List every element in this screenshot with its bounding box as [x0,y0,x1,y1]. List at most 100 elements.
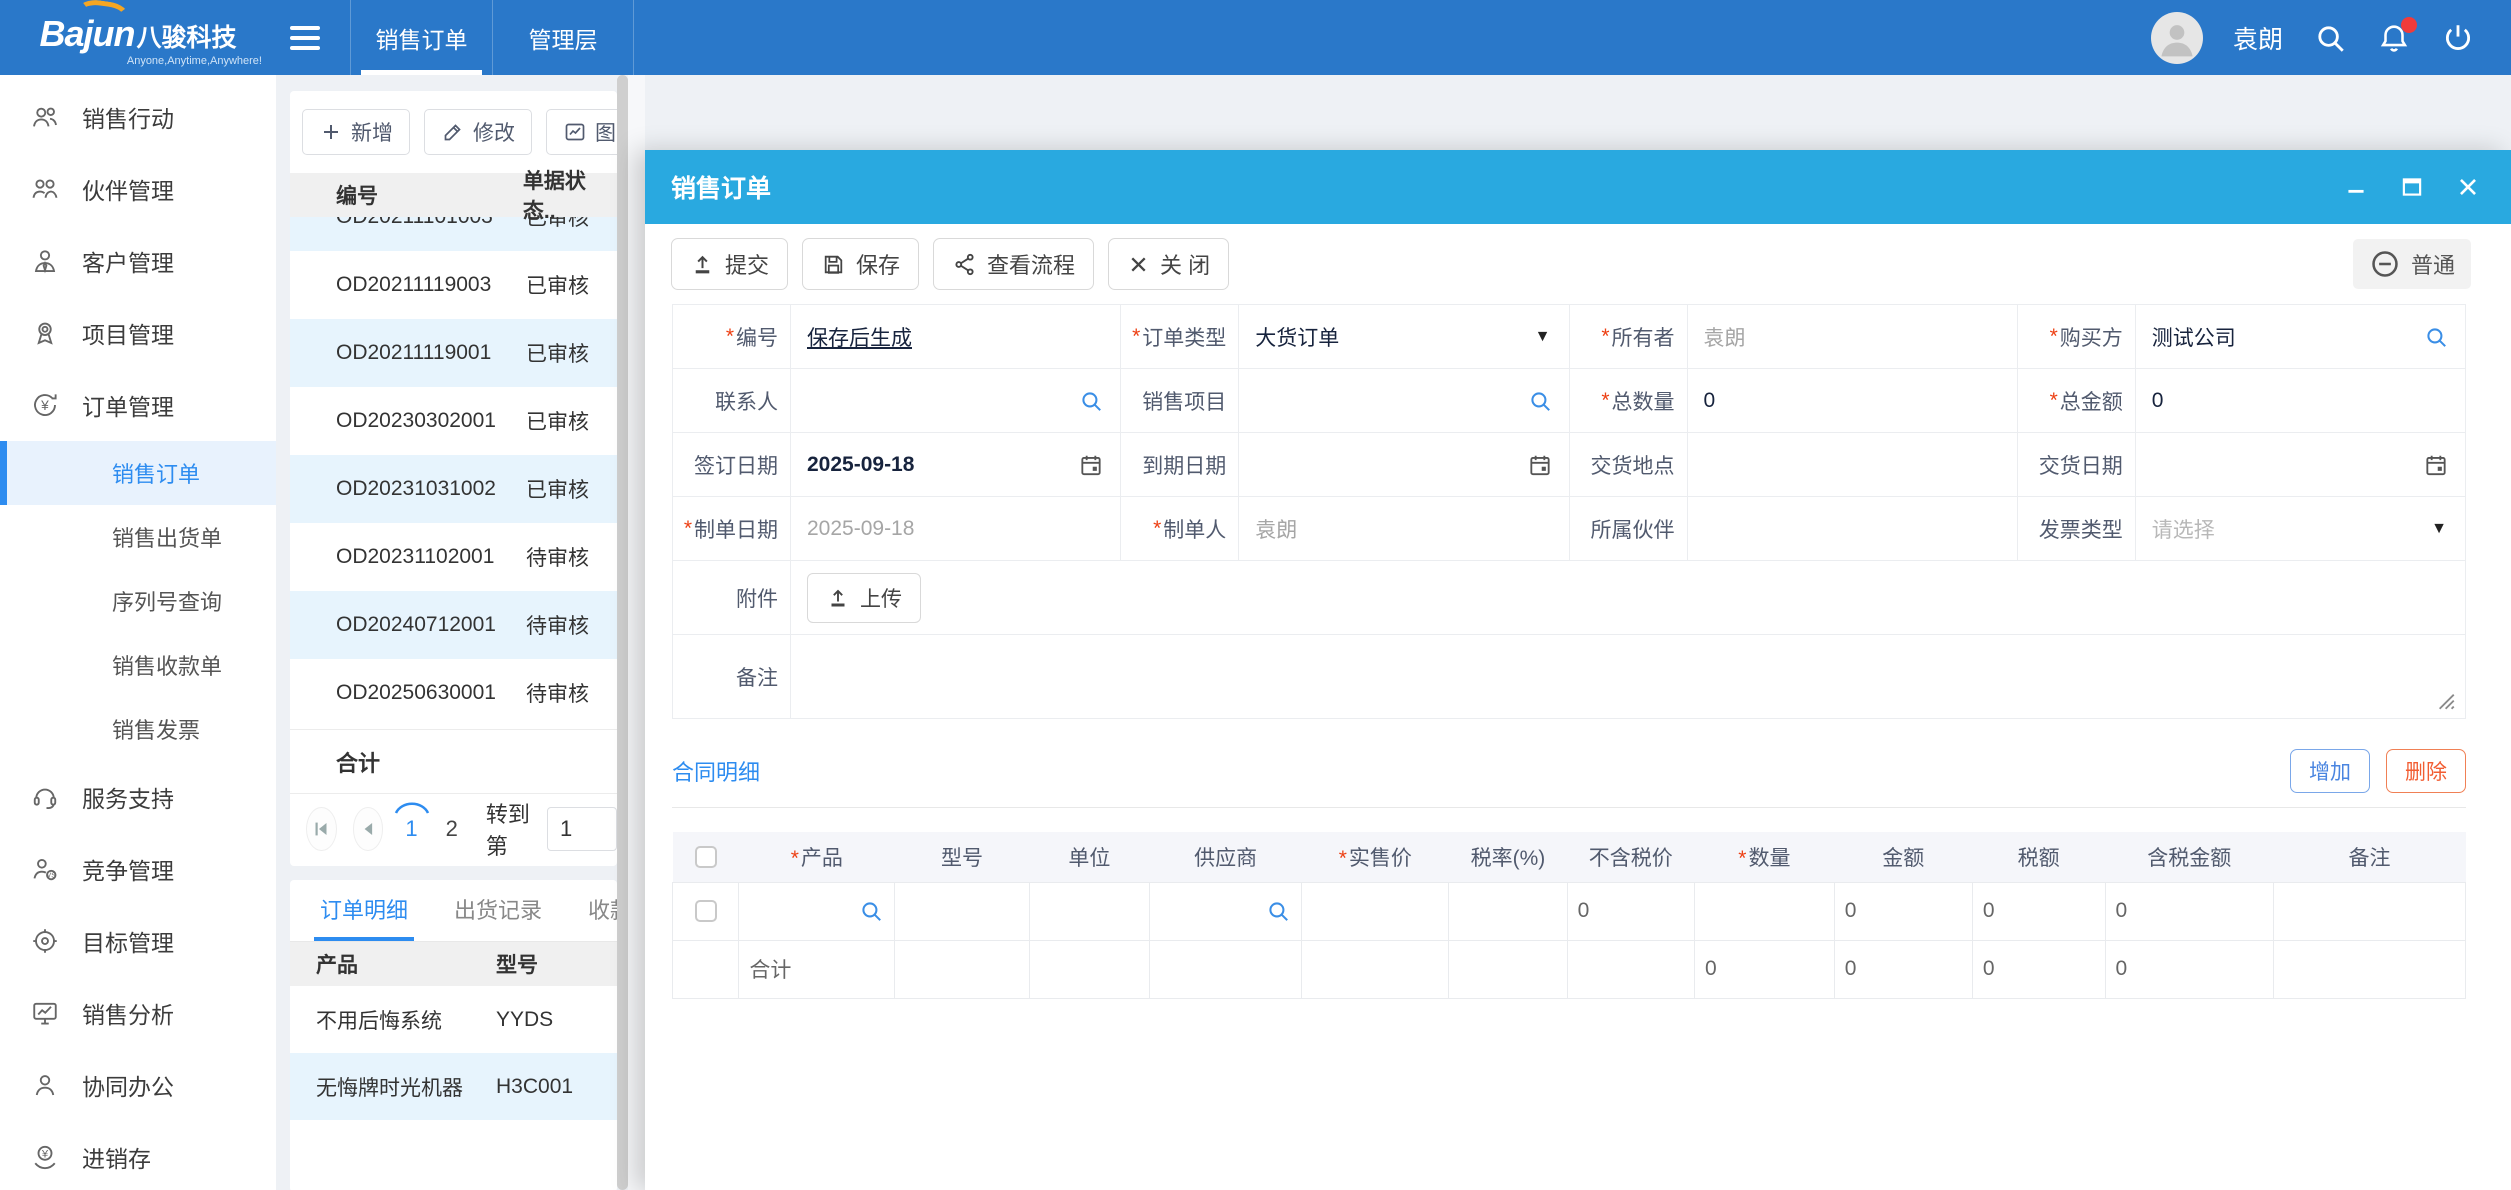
sidebar-subitem-sales-order[interactable]: 销售订单 [0,441,276,505]
save-button[interactable]: 保存 [802,238,919,290]
search-icon[interactable] [2423,324,2449,350]
total-amount-field[interactable]: 0 [2136,369,2466,433]
amount-cell[interactable]: 0 [1834,882,1972,940]
sidebar-item-collaboration[interactable]: 协同办公 [0,1049,276,1121]
detail-delete-button[interactable]: 删除 [2386,749,2466,793]
sidebar-item-order-management[interactable]: ¥ 订单管理 [0,369,276,441]
menu-toggle-icon[interactable] [290,26,324,50]
table-row[interactable]: OD20211101003已审核 [290,217,617,251]
panel-gap [628,75,645,1190]
sidebar-item-sales-analysis[interactable]: 销售分析 [0,977,276,1049]
table-row[interactable]: OD20231102001待审核 [290,523,617,591]
project-field[interactable] [1239,369,1569,433]
detail-row: 0 0 0 0 [673,882,2466,940]
table-row[interactable]: 无悔牌时光机器 H3C001 [290,1053,617,1120]
resize-grip-icon[interactable] [2431,686,2457,712]
table-row[interactable]: OD20230302001已审核 [290,387,617,455]
partner-field[interactable] [1688,497,2018,561]
app-logo[interactable]: Bajun 八骏科技 Anyone,Anytime,Anywhere! [0,9,276,67]
page-number-2[interactable]: 2 [440,812,464,846]
untaxed-price-cell[interactable]: 0 [1567,882,1694,940]
quantity-cell[interactable] [1694,882,1834,940]
remark-textarea[interactable] [791,635,2466,719]
search-icon[interactable] [2313,21,2347,55]
sidebar-item-customer-management[interactable]: 客户管理 [0,225,276,297]
tab-receipt-record[interactable]: 收款记录 [588,893,617,941]
row-checkbox[interactable] [695,900,717,922]
model-cell[interactable] [895,882,1029,940]
taxed-amount-cell[interactable]: 0 [2105,882,2274,940]
edit-button[interactable]: 修改 [424,109,532,155]
sidebar-subitem-sales-receipt[interactable]: 销售收款单 [0,633,276,697]
detail-add-button[interactable]: 增加 [2290,749,2370,793]
priority-button[interactable]: 普通 [2353,239,2471,289]
search-icon[interactable] [1078,388,1104,414]
sidebar-item-project-management[interactable]: 项目管理 [0,297,276,369]
table-row[interactable]: OD20211119003已审核 [290,251,617,319]
sidebar-subitem-sales-shipment[interactable]: 销售出货单 [0,505,276,569]
upload-button[interactable]: 上传 [807,573,921,623]
header-quantity: 数量 [1694,832,1834,882]
search-icon[interactable] [1527,388,1553,414]
close-button[interactable]: 关 闭 [1108,238,1229,290]
maximize-icon[interactable] [2399,174,2425,200]
add-button[interactable]: 新增 [302,109,410,155]
table-row[interactable]: OD20231031002已审核 [290,455,617,523]
table-row[interactable]: OD20211119001已审核 [290,319,617,387]
tax-cell[interactable]: 0 [1972,882,2105,940]
table-row[interactable]: 不用后悔系统 YYDS [290,986,617,1053]
chart-button[interactable]: 图 [546,109,617,155]
tab-management[interactable]: 管理层 [492,0,634,75]
tab-shipment-record[interactable]: 出货记录 [454,893,542,941]
avatar[interactable] [2151,12,2203,64]
product-search-cell[interactable] [749,898,894,924]
power-icon[interactable] [2441,21,2475,55]
table-row[interactable]: OD20250630001待审核 [290,659,617,727]
contact-field[interactable] [791,369,1121,433]
sidebar-subitem-sales-invoice[interactable]: 销售发票 [0,697,276,761]
first-page-button[interactable] [306,807,337,851]
deliver-place-field[interactable] [1688,433,2018,497]
submit-button[interactable]: 提交 [671,238,788,290]
tab-sales-order[interactable]: 销售订单 [350,0,492,75]
sidebar-item-competition-management[interactable]: VS 竞争管理 [0,833,276,905]
due-date-field[interactable] [1239,433,1569,497]
buyer-field[interactable]: 测试公司 [2136,305,2466,369]
total-qty-field[interactable]: 0 [1688,369,2018,433]
sign-date-field[interactable]: 2025-09-18 [791,433,1121,497]
bianhao-field[interactable]: 保存后生成 [791,305,1121,369]
tab-order-detail[interactable]: 订单明细 [320,893,408,941]
caret-down-icon[interactable]: ▼ [2431,520,2447,538]
divider [672,807,2466,808]
list-scrollbar[interactable] [617,75,628,1190]
calendar-icon[interactable] [1078,452,1104,478]
tax-rate-cell[interactable] [1449,882,1567,940]
sidebar-subitem-serial-query[interactable]: 序列号查询 [0,569,276,633]
sidebar-item-service-support[interactable]: 服务支持 [0,761,276,833]
order-type-select[interactable]: 大货订单▼ [1239,305,1569,369]
remark-cell[interactable] [2274,882,2466,940]
calendar-icon[interactable] [2423,452,2449,478]
deliver-date-field[interactable] [2136,433,2466,497]
contract-detail-title[interactable]: 合同明细 [672,755,760,787]
sidebar-item-target-management[interactable]: 目标管理 [0,905,276,977]
prev-page-button[interactable] [353,807,384,851]
sidebar-item-sales-action[interactable]: 销售行动 [0,81,276,153]
invoice-type-select[interactable]: 请选择▼ [2136,497,2466,561]
notification-bell-icon[interactable] [2377,21,2411,55]
sale-price-cell[interactable] [1302,882,1449,940]
view-flow-button[interactable]: 查看流程 [933,238,1094,290]
calendar-icon[interactable] [1527,452,1553,478]
supplier-search-cell[interactable] [1160,898,1301,924]
unit-cell[interactable] [1029,882,1149,940]
sidebar-item-inventory[interactable]: ¥ 进销存 [0,1121,276,1190]
close-icon[interactable] [2455,174,2481,200]
table-row[interactable]: OD20240712001待审核 [290,591,617,659]
select-all-checkbox[interactable] [695,846,717,868]
caret-down-icon[interactable]: ▼ [1535,328,1551,346]
goto-page-input[interactable] [547,807,617,851]
page-number-1[interactable]: 1 [399,812,423,846]
sidebar-item-partner-management[interactable]: 伙伴管理 [0,153,276,225]
current-username[interactable]: 袁朗 [2233,20,2283,56]
minimize-icon[interactable] [2343,174,2369,200]
